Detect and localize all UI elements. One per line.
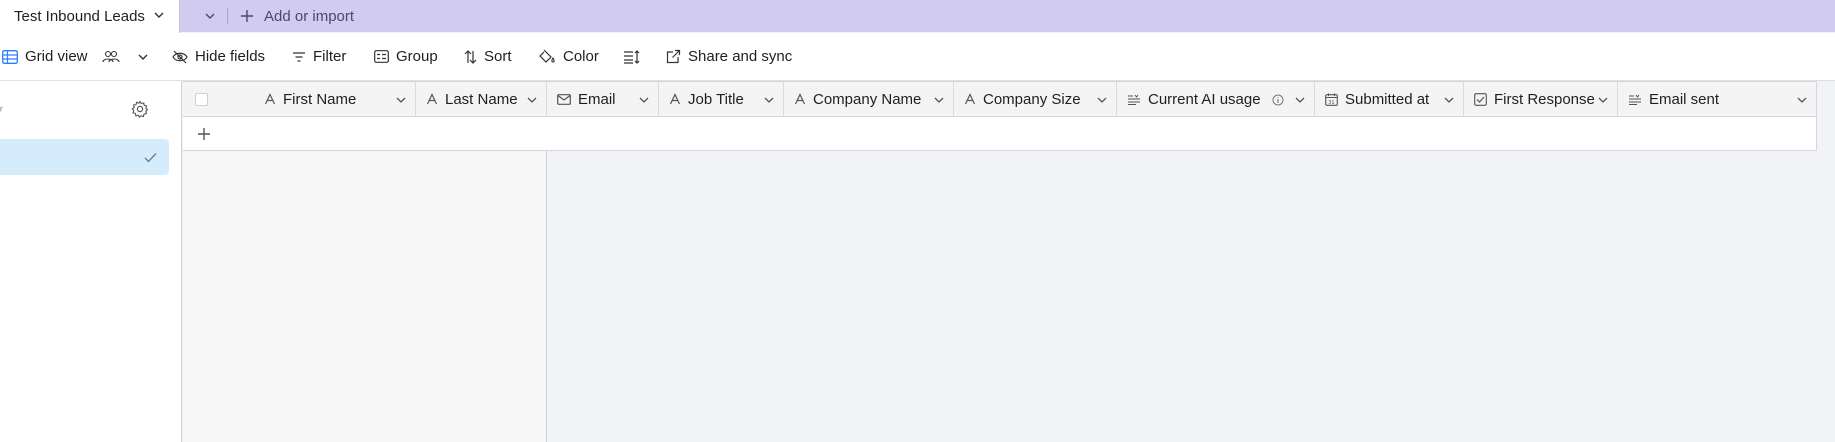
gear-icon[interactable] xyxy=(131,100,149,123)
chevron-down-icon[interactable] xyxy=(1597,93,1609,110)
row-height-icon xyxy=(624,49,640,64)
add-record-row[interactable] xyxy=(183,117,547,151)
grid-view-icon xyxy=(2,49,18,64)
hide-fields-label: Hide fields xyxy=(195,48,266,65)
group-button[interactable]: Group xyxy=(374,33,438,80)
column-label: Submitted at xyxy=(1345,90,1430,108)
text-icon xyxy=(264,93,276,105)
paint-bucket-icon xyxy=(539,49,555,63)
sort-button[interactable]: Sort xyxy=(464,33,512,80)
add-or-import-button[interactable]: Add or import xyxy=(240,0,354,32)
chevron-down-icon[interactable] xyxy=(1443,93,1455,110)
sort-label: Sort xyxy=(484,48,512,65)
color-label: Color xyxy=(563,48,599,65)
info-icon[interactable] xyxy=(1272,93,1284,110)
column-header-first-name[interactable]: First Name xyxy=(254,82,416,116)
chevron-down-icon[interactable] xyxy=(638,93,650,110)
share-label: Share and sync xyxy=(688,48,793,65)
column-header-email[interactable]: Email xyxy=(547,82,659,116)
row-height-button[interactable] xyxy=(623,33,647,80)
more-tables-button[interactable] xyxy=(196,0,224,32)
chevron-down-icon[interactable] xyxy=(1096,93,1108,110)
view-switcher[interactable]: Grid view xyxy=(2,33,156,80)
plus-icon[interactable] xyxy=(197,127,211,146)
chevron-down-icon xyxy=(138,54,148,60)
text-icon xyxy=(794,93,806,105)
select-all-checkbox[interactable] xyxy=(195,93,208,106)
column-header-company-name[interactable]: Company Name xyxy=(784,82,954,116)
check-icon xyxy=(144,150,157,168)
group-label: Group xyxy=(396,48,438,65)
column-label: First Response xyxy=(1494,90,1595,108)
tab-divider xyxy=(227,8,228,24)
column-header-company-size[interactable]: Company Size xyxy=(954,82,1117,116)
add-or-import-label: Add or import xyxy=(264,7,355,25)
column-label: Company Size xyxy=(983,90,1081,108)
chevron-down-icon[interactable] xyxy=(763,93,775,110)
checkbox-icon xyxy=(1474,92,1487,106)
column-label: First Name xyxy=(283,90,357,108)
column-label: Last Name xyxy=(445,90,518,108)
views-sidebar: ʳ xyxy=(0,81,182,442)
email-icon xyxy=(557,93,571,105)
view-toolbar: Grid view Hide fields Filter Group Sort … xyxy=(0,33,1835,81)
text-icon xyxy=(669,93,681,105)
chevron-down-icon[interactable] xyxy=(1294,93,1306,110)
plus-icon xyxy=(241,10,253,22)
share-and-sync-button[interactable]: Share and sync xyxy=(666,33,792,80)
column-label: Email sent xyxy=(1649,90,1720,108)
collaborators-icon xyxy=(101,50,120,62)
tab-test-inbound-leads[interactable]: Test Inbound Leads xyxy=(0,0,180,33)
chevron-down-icon[interactable] xyxy=(153,8,165,25)
color-button[interactable]: Color xyxy=(539,33,599,80)
share-icon xyxy=(666,49,681,64)
sidebar-item-grid-view[interactable] xyxy=(0,139,169,175)
group-icon xyxy=(374,50,389,63)
long-text-icon xyxy=(1628,94,1642,105)
text-icon xyxy=(426,93,438,105)
chevron-down-icon xyxy=(205,13,215,19)
hide-fields-button[interactable]: Hide fields xyxy=(172,33,265,80)
tab-label: Test Inbound Leads xyxy=(14,8,145,25)
chevron-down-icon[interactable] xyxy=(1796,93,1808,110)
column-header-last-name[interactable]: Last Name xyxy=(416,82,547,116)
eye-off-icon xyxy=(172,50,188,63)
sidebar-cut-text: ʳ xyxy=(0,105,3,117)
column-header-job-title[interactable]: Job Title xyxy=(659,82,784,116)
view-name: Grid view xyxy=(25,48,88,65)
column-header-first-response[interactable]: First Response xyxy=(1464,82,1618,116)
column-header-email-sent[interactable]: Email sent xyxy=(1618,82,1816,116)
long-text-icon xyxy=(1127,94,1141,105)
column-header-submitted-at[interactable]: 31 Submitted at xyxy=(1315,82,1464,116)
column-header-current-ai-usage[interactable]: Current AI usage xyxy=(1117,82,1315,116)
text-icon xyxy=(964,93,976,105)
svg-text:31: 31 xyxy=(1328,99,1334,105)
filter-icon xyxy=(293,51,305,62)
add-record-row-cells[interactable] xyxy=(547,117,1817,151)
sort-icon xyxy=(464,49,477,64)
column-label: Email xyxy=(578,90,616,108)
column-label: Job Title xyxy=(688,90,744,108)
chevron-down-icon[interactable] xyxy=(395,93,407,110)
filter-button[interactable]: Filter xyxy=(292,33,346,80)
column-label: Company Name xyxy=(813,90,922,108)
chevron-down-icon[interactable] xyxy=(526,93,538,110)
column-label: Current AI usage xyxy=(1148,90,1261,108)
chevron-down-icon[interactable] xyxy=(933,93,945,110)
table-tab-bar: Test Inbound Leads Add or import xyxy=(0,0,1835,33)
calendar-icon: 31 xyxy=(1325,93,1338,106)
filter-label: Filter xyxy=(313,48,347,65)
